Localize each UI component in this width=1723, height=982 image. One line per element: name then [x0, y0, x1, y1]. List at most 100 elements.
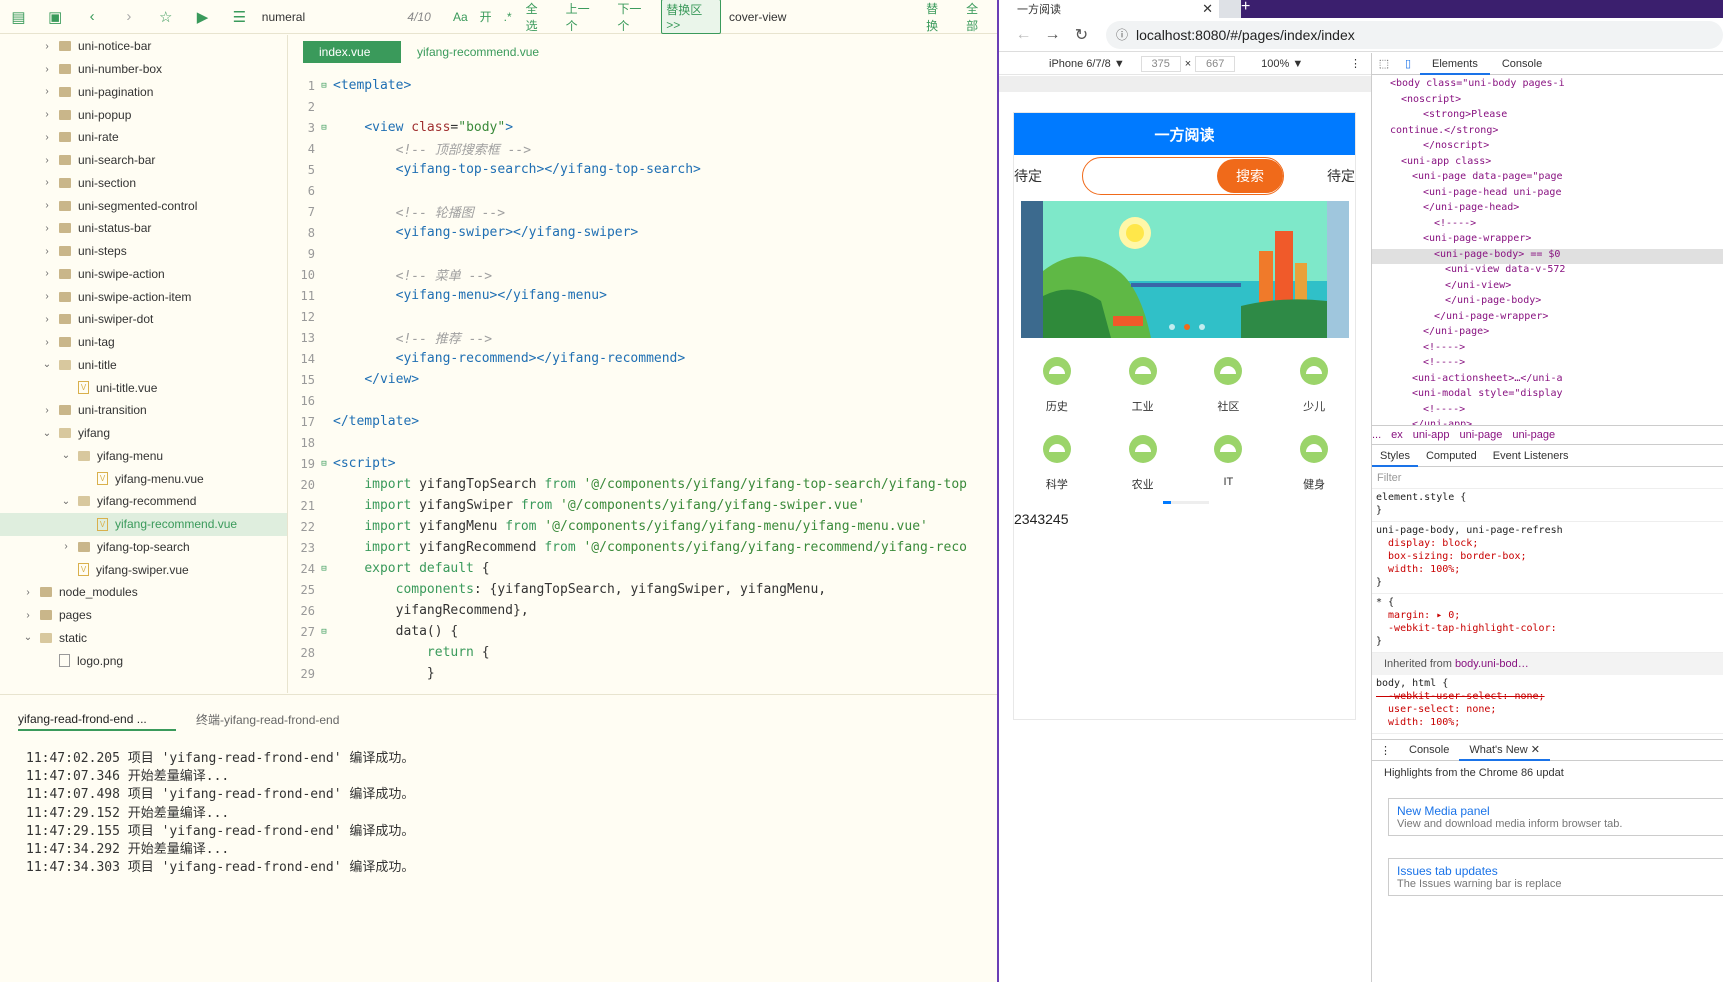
swiper-dot[interactable] — [1169, 324, 1175, 330]
tree-item[interactable]: ⌄ yifang — [0, 422, 287, 445]
fold-icon[interactable]: ⊟ — [315, 627, 333, 637]
chevron-right-icon[interactable]: › — [41, 64, 53, 75]
device-toggle-icon[interactable]: ▯ — [1396, 57, 1420, 70]
chevron-right-icon[interactable]: › — [41, 177, 53, 188]
chevron-right-icon[interactable]: › — [41, 246, 53, 257]
dom-node[interactable]: <uni-actionsheet>…</uni-a — [1372, 373, 1723, 389]
tree-item[interactable]: Vyifang-swiper.vue — [0, 558, 287, 581]
fold-icon[interactable]: ⊟ — [315, 459, 333, 469]
tree-item[interactable]: ⌄ yifang-menu — [0, 445, 287, 468]
dom-node[interactable]: <uni-modal style="display — [1372, 388, 1723, 404]
dom-node[interactable]: </uni-page-body> — [1372, 295, 1723, 311]
dom-node[interactable]: <!----> — [1372, 342, 1723, 358]
device-width[interactable]: 375 — [1140, 55, 1181, 72]
chevron-right-icon[interactable]: › — [22, 610, 34, 621]
dom-node[interactable]: </uni-page-head> — [1372, 202, 1723, 218]
code-line[interactable]: 11 <yifang-menu></yifang-menu> — [289, 285, 998, 306]
code-line[interactable]: 28 return { — [289, 642, 998, 663]
tree-item[interactable]: ⌄ uni-title — [0, 354, 287, 377]
code-line[interactable]: 18 — [289, 432, 998, 453]
whats-new-card[interactable]: Issues tab updates The Issues warning ba… — [1388, 858, 1723, 896]
breadcrumb-item[interactable]: uni-page — [1460, 429, 1503, 441]
tree-item[interactable]: › uni-transition — [0, 399, 287, 422]
menu-item[interactable]: IT — [1186, 429, 1272, 507]
fold-icon[interactable]: ⊟ — [315, 81, 333, 91]
code-line[interactable]: 9 — [289, 243, 998, 264]
menu-item[interactable]: 少儿 — [1271, 351, 1355, 429]
search-list-icon[interactable]: ☰ — [221, 0, 258, 34]
chevron-right-icon[interactable]: › — [41, 314, 53, 325]
tree-item[interactable]: ⌄ static — [0, 627, 287, 650]
search-button[interactable]: 搜索 — [1217, 159, 1283, 193]
dom-node[interactable]: continue.</strong> — [1372, 125, 1723, 141]
chevron-right-icon[interactable]: › — [41, 200, 53, 211]
code-line[interactable]: 6 — [289, 180, 998, 201]
tab-styles[interactable]: Styles — [1372, 445, 1418, 467]
drawer-menu-icon[interactable]: ⋮ — [1372, 744, 1399, 757]
left-label[interactable]: 待定 — [1014, 166, 1082, 186]
chevron-right-icon[interactable]: › — [41, 86, 53, 97]
prev-button[interactable]: 上一个 — [558, 0, 610, 34]
chevron-right-icon[interactable]: › — [41, 132, 53, 143]
chevron-right-icon[interactable]: › — [41, 291, 53, 302]
dom-node[interactable]: <uni-app class> — [1372, 156, 1723, 172]
chevron-right-icon[interactable]: › — [41, 109, 53, 120]
tree-item[interactable]: › uni-rate — [0, 126, 287, 149]
fold-icon[interactable]: ⊟ — [315, 123, 333, 133]
code-line[interactable]: 22 import yifangMenu from '@/components/… — [289, 516, 998, 537]
menu-item[interactable]: 科学 — [1014, 429, 1100, 507]
close-tab-icon[interactable]: ✕ — [1202, 1, 1213, 17]
chevron-right-icon[interactable]: › — [41, 268, 53, 279]
tab-elements[interactable]: Elements — [1420, 53, 1490, 75]
chevron-right-icon[interactable]: › — [60, 541, 72, 552]
tree-item[interactable]: › uni-segmented-control — [0, 194, 287, 217]
browser-tab[interactable]: 一方阅读 ✕ — [999, 0, 1219, 18]
whats-new-card[interactable]: New Media panel View and download media … — [1388, 798, 1723, 836]
dom-node[interactable]: </noscript> — [1372, 140, 1723, 156]
breadcrumb-item[interactable]: uni-page — [1512, 429, 1555, 441]
tab-project-console[interactable]: yifang-read-frond-end ... — [18, 712, 176, 731]
code-line[interactable]: 20 import yifangTopSearch from '@/compon… — [289, 474, 998, 495]
menu-item[interactable]: 农业 — [1100, 429, 1186, 507]
breadcrumb-item[interactable]: ex — [1391, 429, 1403, 441]
code-line[interactable]: 8 <yifang-swiper></yifang-swiper> — [289, 222, 998, 243]
chevron-down-icon[interactable]: ⌄ — [41, 428, 53, 439]
whole-word-toggle[interactable]: 开 — [474, 8, 498, 25]
code-line[interactable]: 23 import yifangRecommend from '@/compon… — [289, 537, 998, 558]
dom-tree[interactable]: <body class="uni-body pages-i <noscript> <… — [1372, 75, 1723, 425]
reload-icon[interactable]: ↻ — [1067, 25, 1096, 45]
tree-item[interactable]: › uni-search-bar — [0, 149, 287, 172]
code-line[interactable]: 19 ⊟ <script> — [289, 453, 998, 474]
code-line[interactable]: 21 import yifangSwiper from '@/component… — [289, 495, 998, 516]
next-button[interactable]: 下一个 — [609, 0, 661, 34]
code-line[interactable]: 25 components: {yifangTopSearch, yifangS… — [289, 579, 998, 600]
tree-item[interactable]: › node_modules — [0, 581, 287, 604]
tree-item[interactable]: ⌄ yifang-recommend — [0, 490, 287, 513]
style-rule[interactable]: * { margin: ▸ 0; -webkit-tap-highlight-c… — [1372, 594, 1723, 653]
star-icon[interactable]: ☆ — [147, 0, 184, 34]
code-line[interactable]: 13 <!-- 推荐 --> — [289, 327, 998, 348]
code-editor[interactable]: index.vue yifang-recommend.vue 1 ⊟ <templa… — [289, 35, 998, 693]
swiper-dot-active[interactable] — [1184, 324, 1190, 330]
tree-item[interactable]: › uni-section — [0, 172, 287, 195]
chevron-right-icon[interactable]: › — [41, 41, 53, 52]
tab-terminal[interactable]: 终端-yifang-read-frond-end — [196, 711, 339, 731]
search-box[interactable]: 搜索 — [1082, 157, 1284, 195]
dom-node[interactable]: <!----> — [1372, 404, 1723, 420]
tree-item[interactable]: › uni-swipe-action — [0, 263, 287, 286]
code-line[interactable]: 15 </view> — [289, 369, 998, 390]
select-all-button[interactable]: 全选 — [518, 0, 558, 34]
tab-console[interactable]: Console — [1490, 58, 1554, 70]
tree-item[interactable]: › pages — [0, 604, 287, 627]
right-label[interactable]: 待定 — [1325, 166, 1355, 186]
code-line[interactable]: 16 — [289, 390, 998, 411]
chevron-down-icon[interactable]: ⌄ — [60, 450, 72, 461]
dom-node[interactable]: <uni-page data-page="page — [1372, 171, 1723, 187]
chevron-right-icon[interactable]: › — [41, 155, 53, 166]
tab-drawer-console[interactable]: Console — [1399, 744, 1459, 756]
inspect-icon[interactable]: ⬚ — [1372, 57, 1396, 70]
code-line[interactable]: 7 <!-- 轮播图 --> — [289, 201, 998, 222]
more-icon[interactable]: ⋮ — [1350, 57, 1361, 70]
tree-item[interactable]: Vyifang-recommend.vue — [0, 512, 287, 536]
code-line[interactable]: 26 yifangRecommend}, — [289, 600, 998, 621]
